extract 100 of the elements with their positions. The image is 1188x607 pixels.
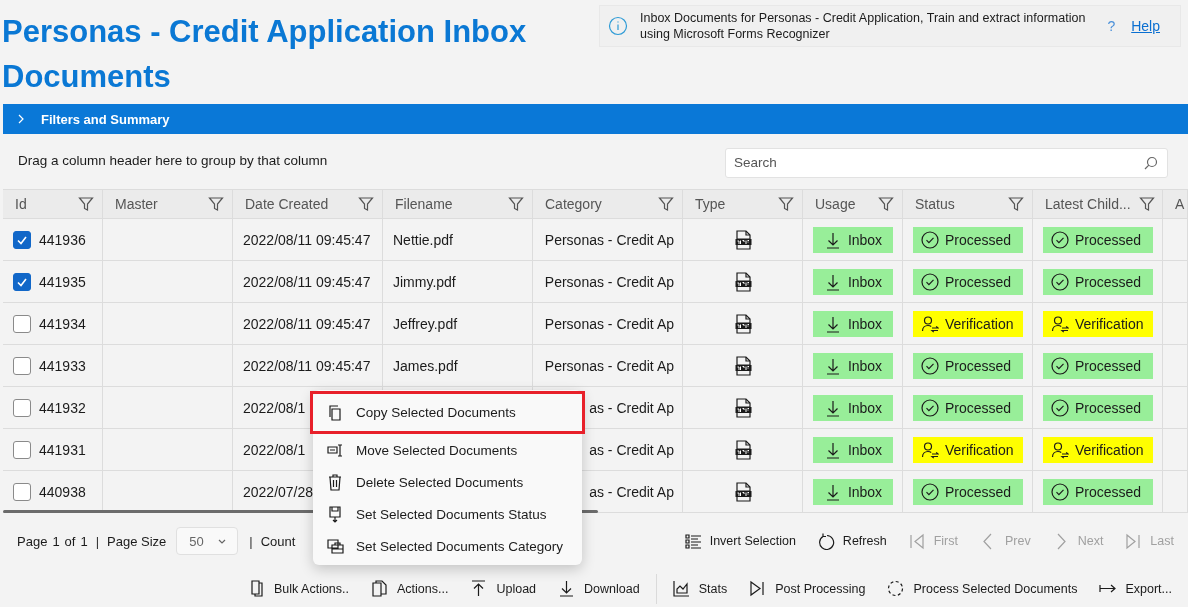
toolbar-button[interactable]: Upload <box>470 580 537 597</box>
toolbar-button[interactable]: Stats <box>672 580 728 597</box>
pager-text: 1 <box>52 533 60 549</box>
check-circle-icon <box>921 356 939 375</box>
toolbar-button[interactable]: Process Selected Documents <box>887 580 1078 597</box>
menu-item[interactable]: Set Selected Documents Status <box>310 498 585 530</box>
separator: | <box>249 533 253 549</box>
download-icon <box>558 580 576 597</box>
page-size-select[interactable]: 50 <box>176 527 239 555</box>
dashed-circle-icon <box>887 580 905 597</box>
filter-icon[interactable] <box>508 196 524 212</box>
pager-text: Page Size <box>107 533 167 549</box>
column-header[interactable]: Usage <box>815 196 856 212</box>
help-mark: ? <box>1107 18 1116 34</box>
table-cell: 2022/08/11 09:45:47 <box>243 273 371 290</box>
skip-icon <box>749 580 767 597</box>
check-circle-icon <box>921 230 939 249</box>
pdf-file-icon <box>734 229 753 250</box>
pdf-file-icon <box>734 313 753 334</box>
table-cell: Nettie.pdf <box>393 231 453 248</box>
filter-icon[interactable] <box>78 196 94 212</box>
table-cell: James.pdf <box>393 357 458 374</box>
copy-icon <box>327 404 344 421</box>
search-icon <box>1144 155 1158 170</box>
filter-icon[interactable] <box>1138 196 1155 212</box>
menu-item[interactable]: Copy Selected Documents <box>310 391 585 434</box>
table-cell: Jeffrey.pdf <box>393 315 458 332</box>
table-cell: Personas - Credit Ap <box>544 273 674 290</box>
pdf-file-icon <box>734 355 753 376</box>
status-label: Processed <box>945 399 1012 416</box>
filter-icon[interactable] <box>1008 196 1024 212</box>
row-checkbox[interactable] <box>13 272 31 291</box>
refresh-icon <box>817 532 835 550</box>
usage-label: Inbox <box>847 357 883 374</box>
menu-item[interactable]: Set Selected Documents Category <box>310 530 585 562</box>
column-header[interactable]: Latest Child... <box>1045 196 1131 212</box>
status-label: Processed <box>945 483 1012 500</box>
table-cell: 440938 <box>39 483 86 500</box>
row-checkbox[interactable] <box>13 398 31 417</box>
last-icon <box>1125 532 1143 550</box>
pdf-file-icon <box>734 481 753 502</box>
status-label: Processed <box>945 231 1012 248</box>
column-header[interactable]: Status <box>915 196 955 212</box>
toolbar-button[interactable]: Download <box>558 580 640 597</box>
usage-label: Inbox <box>847 483 883 500</box>
column-header[interactable]: Id <box>15 196 27 212</box>
table-cell: Personas - Credit Ap <box>544 231 674 248</box>
row-checkbox[interactable] <box>13 314 31 333</box>
table-cell: Personas - Credit Ap <box>544 357 674 374</box>
check-circle-icon <box>921 398 939 417</box>
filter-icon[interactable] <box>658 196 674 212</box>
pager-button[interactable]: Invert Selection <box>684 532 796 550</box>
toolbar-button[interactable]: Bulk Actions.. <box>247 580 349 597</box>
table-cell: 2022/08/11 09:45:47 <box>243 357 371 374</box>
separator: | <box>95 533 100 549</box>
column-header[interactable]: Date Created <box>245 196 329 212</box>
status-label: Processed <box>1075 399 1142 416</box>
group-hint: Drag a column header here to group by that column <box>18 152 328 168</box>
filter-icon[interactable] <box>358 196 374 212</box>
pager-text: 1 <box>80 533 88 549</box>
status-label: Processed <box>945 273 1012 290</box>
table-cell: 441935 <box>39 273 86 290</box>
table-cell: 2022/08/11 09:45:47 <box>243 315 371 332</box>
column-header[interactable]: Master <box>115 196 158 212</box>
row-checkbox[interactable] <box>13 356 31 375</box>
status-label: Processed <box>1075 231 1142 248</box>
chart-icon <box>672 580 690 597</box>
check-circle-icon <box>1051 230 1069 249</box>
table-cell: as - Credit Ap <box>589 483 674 500</box>
row-checkbox[interactable] <box>13 482 31 501</box>
table-cell: 2022/08/11 09:45:47 <box>243 231 371 248</box>
info-icon <box>608 16 628 36</box>
column-header[interactable]: Category <box>545 196 602 212</box>
usage-label: Inbox <box>847 441 883 458</box>
save-icon <box>327 505 344 523</box>
upload-icon <box>470 580 488 597</box>
filters-bar[interactable]: Filters and Summary <box>3 104 1188 134</box>
pager-text: of <box>64 533 76 549</box>
toolbar-button[interactable]: Post Processing <box>749 580 866 597</box>
search-field[interactable]: Search <box>725 147 1168 178</box>
toolbar-button[interactable]: Actions... <box>371 580 449 597</box>
status-label: Verification <box>1075 441 1144 458</box>
column-header[interactable]: A <box>1175 196 1185 212</box>
help-link[interactable]: Help <box>1131 18 1160 34</box>
toolbar-button[interactable]: Export... <box>1099 580 1172 597</box>
column-header[interactable]: Type <box>695 196 726 212</box>
pdf-file-icon <box>734 397 753 418</box>
menu-item[interactable]: Move Selected Documents <box>310 434 585 466</box>
pager-button[interactable]: Refresh <box>817 532 887 550</box>
table-cell: 441936 <box>39 231 86 248</box>
column-header[interactable]: Filename <box>395 196 453 212</box>
row-checkbox[interactable] <box>13 440 31 459</box>
filter-icon[interactable] <box>208 196 224 212</box>
pager-text: Count <box>260 533 296 549</box>
table-cell: 2022/08/1 <box>243 399 306 416</box>
person-swap-icon <box>1051 314 1069 333</box>
row-checkbox[interactable] <box>13 230 31 249</box>
table-cell: as - Credit Ap <box>589 441 674 458</box>
filter-icon[interactable] <box>778 196 794 212</box>
filter-icon[interactable] <box>878 196 894 212</box>
